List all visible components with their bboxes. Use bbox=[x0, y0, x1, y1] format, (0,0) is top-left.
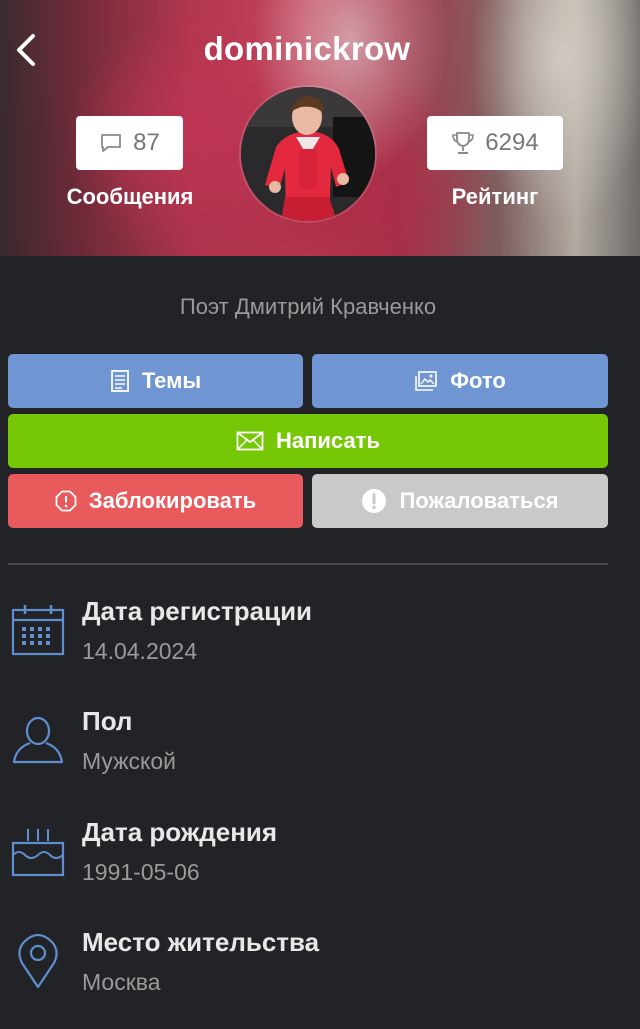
photo-button[interactable]: Фото bbox=[312, 354, 608, 408]
location-pin-icon bbox=[18, 933, 58, 989]
document-list-icon bbox=[110, 370, 129, 392]
profile-header: dominickrow 87 Сообщения 6294 Рейтинг bbox=[0, 0, 640, 256]
block-label: Заблокировать bbox=[88, 488, 257, 513]
city-title: Место жительства bbox=[82, 927, 320, 957]
rating-button[interactable]: 6294 bbox=[427, 116, 563, 170]
rating-value: 6294 bbox=[485, 129, 539, 156]
info-birthday: Дата рождения 1991-05-06 bbox=[0, 817, 640, 907]
info-city: Место жительства Москва bbox=[0, 927, 640, 1017]
image-icon bbox=[415, 371, 438, 391]
avatar-photo bbox=[241, 87, 375, 221]
registration-title: Дата регистрации bbox=[82, 596, 313, 626]
cake-icon bbox=[11, 829, 65, 877]
registration-value: 14.04.2024 bbox=[82, 638, 198, 664]
report-button[interactable]: Пожаловаться bbox=[312, 474, 608, 528]
write-message-button[interactable]: Написать bbox=[8, 414, 608, 468]
envelope-icon bbox=[236, 431, 264, 451]
block-octagon-icon bbox=[55, 490, 77, 512]
exclamation-circle-icon bbox=[362, 489, 387, 513]
speech-bubble-icon bbox=[101, 134, 122, 152]
profile-status: Поэт Дмитрий Кравченко bbox=[179, 294, 437, 319]
topics-label: Темы bbox=[141, 368, 202, 393]
user-icon bbox=[12, 716, 64, 764]
birthday-title: Дата рождения bbox=[82, 817, 278, 847]
photo-label: Фото bbox=[450, 368, 506, 393]
messages-count: 87 bbox=[133, 129, 160, 156]
rating-label: Рейтинг bbox=[451, 184, 539, 209]
write-label: Написать bbox=[276, 428, 380, 453]
report-label: Пожаловаться bbox=[399, 488, 559, 513]
birthday-value: 1991-05-06 bbox=[82, 859, 200, 885]
messages-label: Сообщения bbox=[66, 184, 194, 209]
divider bbox=[8, 563, 608, 565]
gender-title: Пол bbox=[82, 706, 133, 736]
messages-count-button[interactable]: 87 bbox=[76, 116, 183, 170]
info-registration: Дата регистрации 14.04.2024 bbox=[0, 596, 640, 686]
info-gender: Пол Мужской bbox=[0, 706, 640, 796]
trophy-icon bbox=[452, 132, 475, 154]
gender-value: Мужской bbox=[82, 748, 177, 774]
calendar-icon bbox=[11, 605, 65, 656]
avatar[interactable] bbox=[241, 87, 375, 221]
block-button[interactable]: Заблокировать bbox=[8, 474, 303, 528]
city-value: Москва bbox=[82, 969, 161, 995]
topics-button[interactable]: Темы bbox=[8, 354, 303, 408]
username: dominickrow bbox=[203, 30, 411, 67]
